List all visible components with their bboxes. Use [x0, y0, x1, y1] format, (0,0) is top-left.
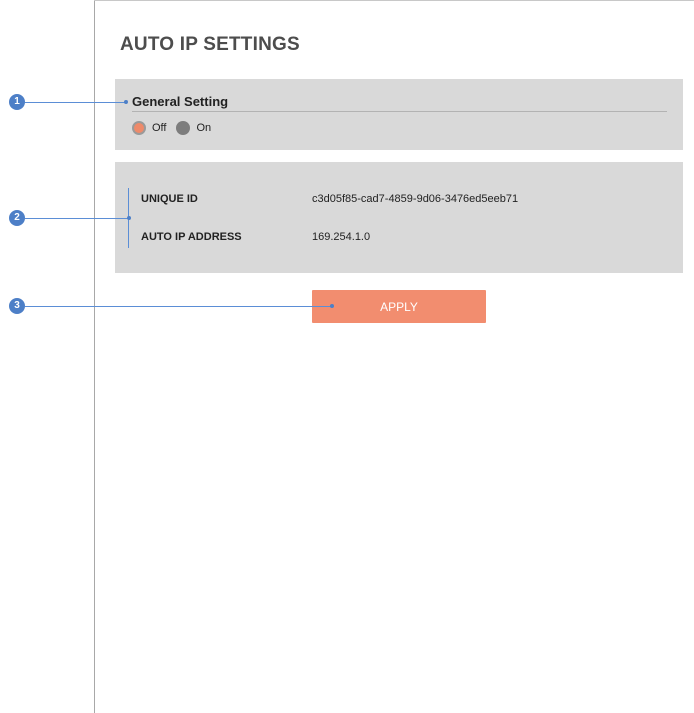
callout-dot-2	[127, 216, 131, 220]
panel-border-left	[94, 0, 95, 713]
general-setting-heading: General Setting	[132, 94, 229, 109]
callout-badge-3: 3	[9, 298, 25, 314]
unique-id-value: c3d05f85-cad7-4859-9d06-3476ed5eeb71	[312, 193, 519, 205]
callout-dot-3	[330, 304, 334, 308]
apply-button[interactable]: APPLY	[312, 290, 486, 323]
callout-dot-1	[124, 100, 128, 104]
section-divider	[132, 111, 667, 112]
callout-badge-2: 2	[9, 210, 25, 226]
auto-ip-address-value: 169.254.1.0	[312, 231, 371, 243]
page-title: AUTO IP SETTINGS	[120, 34, 300, 55]
radio-off-indicator[interactable]	[132, 121, 146, 135]
callout-badge-1: 1	[9, 94, 25, 110]
auto-ip-radio-group: Off On	[132, 121, 221, 135]
radio-off[interactable]: Off	[132, 121, 166, 135]
radio-on[interactable]: On	[176, 121, 211, 135]
callout-line-2	[25, 218, 129, 219]
callout-line-3	[25, 306, 331, 307]
general-setting-section: General Setting Off On	[115, 79, 683, 150]
unique-id-label: UNIQUE ID	[141, 193, 198, 205]
auto-ip-info-section: UNIQUE ID c3d05f85-cad7-4859-9d06-3476ed…	[115, 162, 683, 273]
panel-border-top	[94, 0, 694, 1]
radio-on-label: On	[196, 122, 212, 134]
radio-on-indicator[interactable]	[176, 121, 191, 135]
auto-ip-address-label: AUTO IP ADDRESS	[141, 231, 242, 243]
radio-off-label: Off	[152, 122, 167, 134]
callout-line-1	[25, 102, 125, 103]
